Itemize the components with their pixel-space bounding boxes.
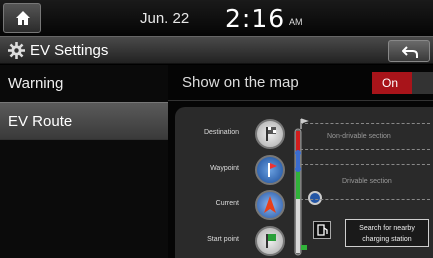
drivable-section-label: Drivable section — [342, 178, 392, 185]
search-button-line1: Search for nearby — [359, 225, 415, 232]
sidebar-item-label: EV Route — [8, 113, 73, 130]
waypoint-icon — [255, 155, 285, 185]
charging-station-icon — [313, 221, 331, 239]
gear-icon — [8, 42, 25, 59]
status-bar: Jun. 22 2:16 AM — [0, 0, 433, 36]
current-label: Current — [215, 200, 239, 207]
section-divider — [300, 123, 430, 124]
sidebar-item-ev-route[interactable]: EV Route — [0, 102, 168, 140]
time-text: 2:16 — [225, 4, 286, 33]
home-button[interactable] — [3, 3, 41, 33]
sidebar: Warning EV Route — [0, 65, 168, 258]
current-marker-icon — [308, 191, 322, 205]
waypoint-label: Waypoint — [210, 165, 239, 172]
toggle-on-label: On — [372, 72, 412, 94]
page-title: EV Settings — [30, 42, 109, 59]
current-position-icon — [255, 190, 285, 220]
search-charging-station-button[interactable]: Search for nearby charging station — [345, 219, 429, 247]
destination-label: Destination — [203, 129, 239, 136]
destination-flag-icon — [255, 119, 285, 149]
ampm-text: AM — [289, 17, 303, 27]
start-point-flag-icon — [255, 226, 285, 256]
date-text: Jun. 22 — [140, 10, 190, 27]
show-on-map-row[interactable]: Show on the map On — [168, 65, 433, 101]
show-on-map-toggle[interactable]: On — [372, 72, 433, 94]
start-point-label: Start point — [207, 236, 239, 243]
non-drivable-section-label: Non-drivable section — [327, 133, 391, 140]
ev-route-legend: Destination Waypoint Current Start point — [175, 107, 433, 258]
search-button-line2: charging station — [362, 236, 412, 243]
sidebar-item-warning[interactable]: Warning — [0, 65, 168, 103]
show-on-map-label: Show on the map — [182, 74, 299, 91]
title-bar: EV Settings — [0, 36, 433, 64]
route-bar-graphic — [294, 118, 309, 256]
section-divider — [300, 199, 430, 200]
home-icon — [16, 11, 30, 25]
section-divider — [300, 149, 430, 150]
section-divider — [300, 164, 430, 165]
main-content: Show on the map On Destination Waypoint … — [168, 65, 433, 258]
back-arrow-icon — [402, 46, 418, 58]
back-button[interactable] — [388, 40, 430, 62]
sidebar-item-label: Warning — [8, 75, 64, 92]
